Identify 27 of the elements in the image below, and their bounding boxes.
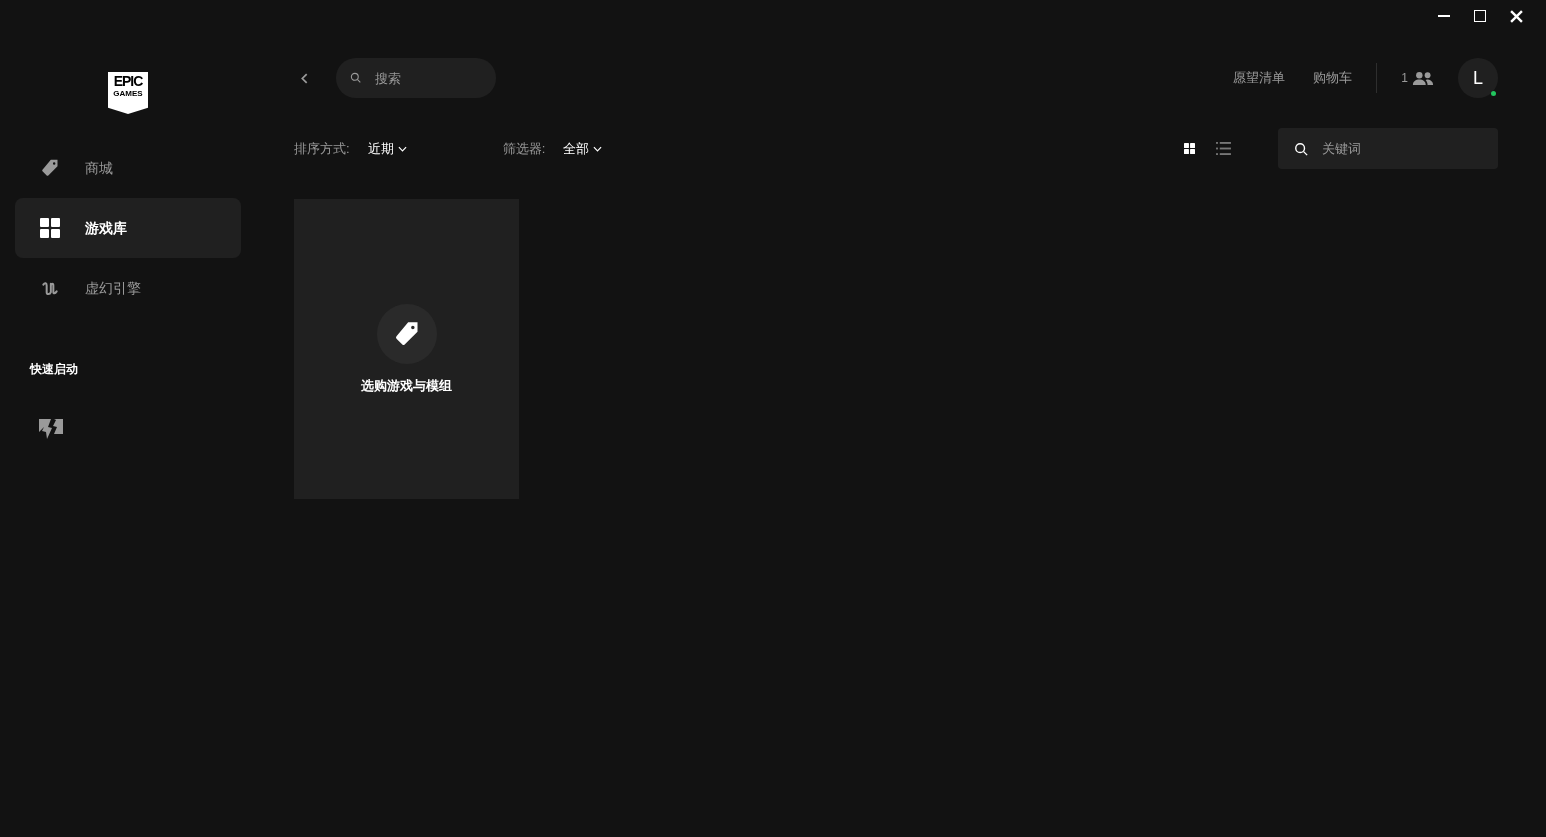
chevron-left-icon: [300, 72, 308, 84]
chevron-down-icon: [593, 145, 603, 152]
sort-label: 排序方式:: [294, 139, 350, 158]
sort-dropdown[interactable]: 近期: [367, 138, 407, 159]
search-field[interactable]: 搜索: [336, 58, 496, 98]
search-icon: [350, 72, 361, 83]
chevron-down-icon: [397, 145, 407, 152]
sidebar-item[interactable]: 虚幻引擎: [15, 258, 241, 318]
tag-icon: [40, 158, 60, 178]
shop-games-card[interactable]: 选购游戏与模组: [294, 199, 519, 499]
close-button[interactable]: [1508, 8, 1524, 24]
list-view-icon: [1215, 142, 1231, 155]
filter-dropdown[interactable]: 全部: [563, 138, 603, 159]
friends-button[interactable]: 1: [1401, 69, 1434, 87]
sidebar-item[interactable]: 游戏库: [15, 198, 241, 258]
search-icon: [1294, 142, 1308, 156]
nav-link[interactable]: 愿望清单: [1233, 68, 1286, 88]
nav-link[interactable]: 购物车: [1313, 68, 1353, 88]
grid-view-icon: [1183, 143, 1195, 154]
section-title: 快速启动: [30, 361, 79, 378]
epic-games-logo[interactable]: EPIC GAMES: [108, 72, 148, 114]
avatar[interactable]: L: [1458, 58, 1498, 98]
maximize-button[interactable]: [1472, 8, 1488, 24]
keyword-search-field[interactable]: 关键词: [1278, 128, 1498, 169]
grid-icon: [40, 218, 60, 238]
filter-label: 筛选器:: [502, 139, 546, 158]
sidebar-item[interactable]: 商城: [15, 138, 241, 198]
